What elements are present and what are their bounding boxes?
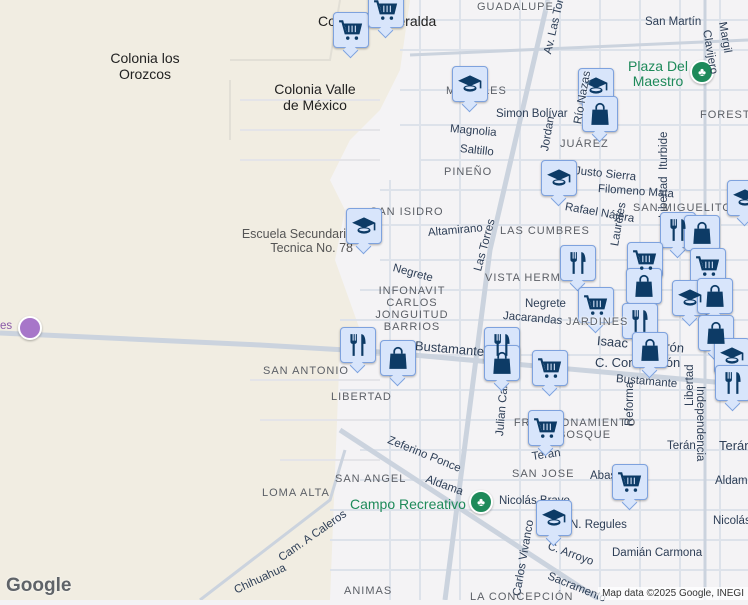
school-marker[interactable] — [541, 160, 577, 196]
label-guadalupe: GUADALUPE — [477, 1, 554, 13]
label-animas: ANIMAS — [344, 585, 393, 597]
grocery-icon — [338, 17, 364, 43]
restaurant-icon — [565, 250, 591, 276]
poi-icon — [18, 316, 42, 340]
label-loma-alta: LOMA ALTA — [262, 487, 330, 499]
grocery-icon — [537, 355, 563, 381]
restaurant-marker[interactable] — [340, 327, 376, 363]
grocery-marker[interactable] — [528, 410, 564, 446]
label-san-jose: SAN JOSE — [512, 468, 575, 480]
label-teran-3: Terán — [719, 438, 748, 453]
shopping-icon — [689, 220, 715, 246]
shopping-marker[interactable] — [626, 268, 662, 304]
label-independencia: Independencia — [694, 386, 706, 462]
label-escuela: Escuela Secundaria Tecnica No. 78 — [241, 227, 353, 255]
shopping-marker[interactable] — [697, 278, 733, 314]
school-icon — [457, 71, 483, 97]
grocery-icon — [533, 415, 559, 441]
label-libertad: LIBERTAD — [331, 391, 392, 403]
label-pineno: PINEÑO — [444, 166, 493, 178]
restaurant-icon — [665, 217, 691, 243]
grocery-icon — [583, 292, 609, 318]
label-aldama-2: Aldama — [715, 475, 748, 487]
grocery-icon — [373, 0, 399, 23]
label-es: es — [0, 320, 13, 332]
school-icon — [732, 185, 748, 211]
shopping-icon — [385, 345, 411, 371]
grocery-marker[interactable] — [690, 248, 726, 284]
restaurant-icon — [345, 332, 371, 358]
label-forestal: FORESTAL — [700, 109, 748, 121]
shopping-marker[interactable] — [380, 340, 416, 376]
school-marker[interactable] — [727, 180, 748, 216]
grocery-marker[interactable] — [612, 464, 648, 500]
shopping-icon — [702, 283, 728, 309]
grocery-marker[interactable] — [368, 0, 404, 28]
label-regules: N. Regules — [570, 519, 627, 531]
google-logo: Google — [6, 575, 72, 596]
grocery-icon — [617, 469, 643, 495]
shopping-marker[interactable] — [484, 345, 520, 381]
restaurant-marker[interactable] — [715, 365, 748, 401]
school-marker[interactable] — [452, 66, 488, 102]
label-san-angel: SAN ANGEL — [335, 473, 407, 485]
label-damian-carmona: Damián Carmona — [612, 547, 703, 559]
label-colonia-valle: Colonia Valle de México — [274, 81, 356, 113]
label-jardines: JARDINES — [566, 316, 629, 328]
grocery-marker[interactable] — [532, 350, 568, 386]
school-icon — [719, 343, 745, 369]
label-las-cumbres: LAS CUMBRES — [500, 225, 590, 237]
school-marker[interactable] — [346, 208, 382, 244]
shopping-icon — [587, 101, 613, 127]
label-negrete-2: Negrete — [525, 298, 566, 310]
label-colonia-orozcos: Colonia los Orozcos — [110, 50, 180, 82]
restaurant-icon — [627, 308, 653, 334]
grocery-icon — [695, 253, 721, 279]
restaurant-icon — [720, 370, 746, 396]
shopping-icon — [631, 273, 657, 299]
school-marker[interactable] — [536, 500, 572, 536]
label-infonavit: INFONAVIT CARLOS JONGUITUD BARRIOS — [375, 285, 449, 333]
label-plaza-del-maestro: Plaza Del Maestro — [628, 58, 688, 89]
park-icon: ♣ — [469, 490, 493, 514]
grocery-marker[interactable] — [333, 12, 369, 48]
label-san-martin: San Martín — [645, 16, 702, 28]
label-la-concepcion: LA CONCEPCIÓN — [470, 591, 574, 603]
label-nicolas-2: Nicolás — [713, 515, 748, 527]
school-icon — [541, 505, 567, 531]
label-san-antonio: SAN ANTONIO — [263, 365, 349, 377]
school-icon — [677, 285, 703, 311]
shopping-marker[interactable] — [632, 332, 668, 368]
shopping-icon — [489, 350, 515, 376]
map-attribution[interactable]: Map data ©2025 Google, INEGI — [598, 587, 748, 600]
school-icon — [546, 165, 572, 191]
school-marker[interactable] — [714, 338, 748, 374]
grocery-icon — [632, 247, 658, 273]
shopping-icon — [637, 337, 663, 363]
label-campo-recreativo: Campo Recreativo — [350, 496, 466, 512]
label-teran-2: Terán — [667, 440, 696, 452]
restaurant-marker[interactable] — [560, 245, 596, 281]
shopping-marker[interactable] — [684, 215, 720, 251]
label-iturbide: Iturbide — [658, 131, 670, 170]
school-icon — [351, 213, 377, 239]
